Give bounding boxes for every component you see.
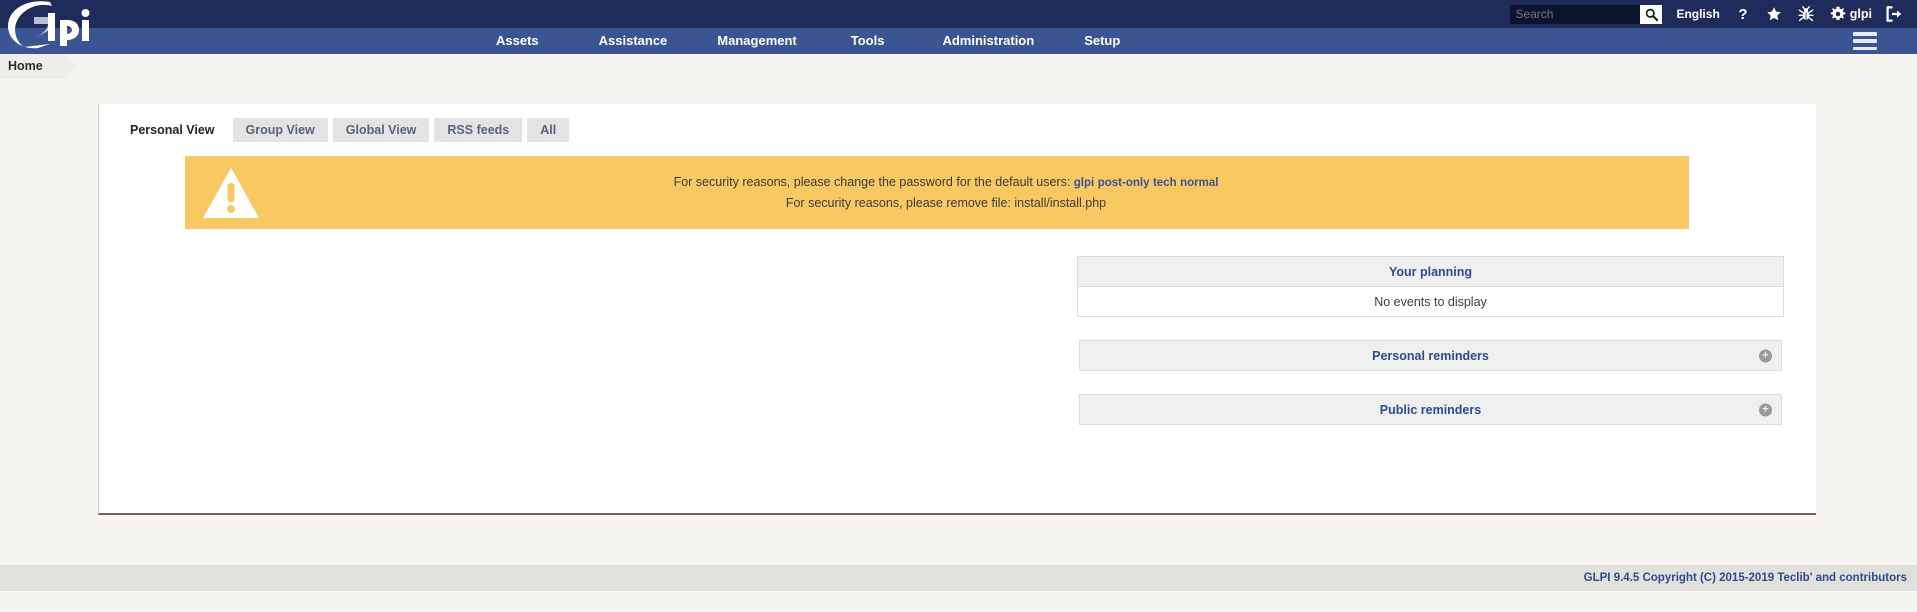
widget-your-planning-body: No events to display <box>1077 287 1784 317</box>
tab-rss-feeds[interactable]: RSS feeds <box>434 118 523 142</box>
hamburger-bar-2 <box>1853 39 1877 43</box>
nav-item-tools[interactable]: Tools <box>851 28 885 54</box>
tab-global-view[interactable]: Global View <box>332 118 430 142</box>
widget-personal-reminders-header[interactable]: Personal reminders + <box>1079 340 1782 371</box>
widget-personal-reminders: Personal reminders + <box>1077 340 1784 371</box>
warning-line-1-prefix: For security reasons, please change the … <box>673 175 1074 189</box>
view-tabs: Personal View Group View Global View RSS… <box>99 104 1816 142</box>
debug-bug-icon[interactable] <box>1798 6 1814 22</box>
widget-public-reminders-header[interactable]: Public reminders + <box>1079 394 1782 425</box>
footer-copyright-link[interactable]: GLPI 9.4.5 Copyright (C) 2015-2019 Tecli… <box>1584 572 1917 584</box>
breadcrumb: Home <box>0 54 1917 79</box>
widget-public-reminders-title: Public reminders <box>1379 402 1482 417</box>
bug-icon-svg <box>1798 6 1814 22</box>
default-user-link-post-only[interactable]: post-only <box>1098 177 1150 189</box>
nav-item-assets[interactable]: Assets <box>496 28 539 54</box>
tab-personal-view[interactable]: Personal View <box>117 118 228 142</box>
glpi-logo-svg <box>8 1 90 49</box>
warning-line-2: For security reasons, please remove file… <box>785 196 1107 210</box>
default-user-link-normal[interactable]: normal <box>1180 177 1218 189</box>
hamburger-menu-icon[interactable] <box>1853 32 1877 50</box>
widget-your-planning: Your planning No events to display <box>1077 256 1784 317</box>
content-panel: Personal View Group View Global View RSS… <box>98 104 1816 515</box>
hamburger-bar-3 <box>1853 46 1877 50</box>
help-icon-svg: ? <box>1738 6 1747 22</box>
language-link[interactable]: English <box>1676 7 1719 21</box>
add-personal-reminder-icon[interactable]: + <box>1759 349 1772 362</box>
current-user-label: glpi <box>1849 7 1872 21</box>
search-icon <box>1645 8 1658 21</box>
default-user-link-glpi[interactable]: glpi <box>1074 177 1094 189</box>
breadcrumb-item-home[interactable]: Home <box>0 54 77 79</box>
nav-item-assistance[interactable]: Assistance <box>599 28 668 54</box>
widget-your-planning-title: Your planning <box>1388 264 1473 279</box>
search-input[interactable] <box>1510 4 1641 24</box>
add-public-reminder-icon[interactable]: + <box>1759 403 1772 416</box>
tab-group-view[interactable]: Group View <box>232 118 328 142</box>
widget-personal-reminders-title: Personal reminders <box>1372 348 1489 363</box>
preferences-gear-icon[interactable]: glpi <box>1830 6 1872 22</box>
glpi-logo[interactable] <box>4 0 104 54</box>
main-navigation-bar: Assets Assistance Management Tools Admin… <box>0 28 1917 54</box>
default-user-link-tech[interactable]: tech <box>1153 177 1177 189</box>
tab-all[interactable]: All <box>527 118 570 142</box>
widget-your-planning-header[interactable]: Your planning <box>1077 256 1784 287</box>
warning-triangle-icon <box>185 166 263 220</box>
gear-icon-svg <box>1830 6 1846 20</box>
security-warning-banner: For security reasons, please change the … <box>185 156 1689 229</box>
nav-items-group: Assets Assistance Management Tools Admin… <box>496 28 1120 54</box>
warning-triangle-icon-svg <box>203 167 259 218</box>
bookmark-star-icon[interactable] <box>1766 6 1782 22</box>
logout-icon-svg <box>1886 6 1902 22</box>
warning-line-1: For security reasons, please change the … <box>263 172 1629 193</box>
star-icon-svg <box>1766 7 1781 21</box>
page-body: Personal View Group View Global View RSS… <box>0 79 1917 612</box>
svg-text:?: ? <box>1738 6 1747 22</box>
search-box <box>1510 4 1663 24</box>
help-icon[interactable]: ? <box>1736 6 1750 22</box>
top-header-bar: English ? glpi <box>0 0 1917 49</box>
logout-icon[interactable] <box>1886 6 1903 22</box>
header-right-group: English ? glpi <box>1510 0 1917 28</box>
widget-public-reminders: Public reminders + <box>1077 394 1784 425</box>
dashboard-widgets: Your planning No events to display Perso… <box>1077 256 1784 448</box>
nav-item-setup[interactable]: Setup <box>1084 28 1120 54</box>
security-warning-text: For security reasons, please change the … <box>263 172 1689 213</box>
page-footer: GLPI 9.4.5 Copyright (C) 2015-2019 Tecli… <box>0 565 1917 591</box>
nav-item-management[interactable]: Management <box>717 28 796 54</box>
search-button[interactable] <box>1640 4 1663 24</box>
hamburger-bar-1 <box>1853 32 1877 36</box>
nav-item-administration[interactable]: Administration <box>942 28 1034 54</box>
